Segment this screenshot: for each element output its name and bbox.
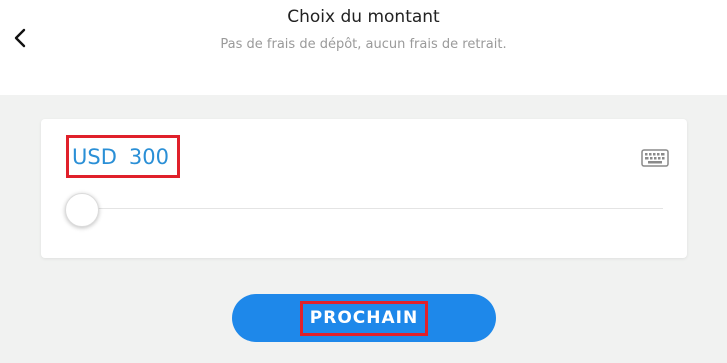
next-button[interactable]: PROCHAIN <box>232 294 496 342</box>
header: Choix du montant Pas de frais de dépôt, … <box>0 0 727 95</box>
next-button-label: PROCHAIN <box>299 300 429 336</box>
amount-display: USD 300 <box>66 135 180 178</box>
currency-label: USD <box>72 144 117 169</box>
amount-slider-handle[interactable] <box>65 193 99 227</box>
page-title: Choix du montant <box>287 7 440 27</box>
amount-card: USD 300 <box>41 119 687 258</box>
amount-value: 300 <box>128 144 169 169</box>
keyboard-icon[interactable] <box>641 149 669 167</box>
main-area: USD 300 PROCHAIN <box>0 95 727 363</box>
page-subtitle: Pas de frais de dépôt, aucun frais de re… <box>220 37 507 52</box>
amount-slider-track[interactable] <box>81 208 663 209</box>
